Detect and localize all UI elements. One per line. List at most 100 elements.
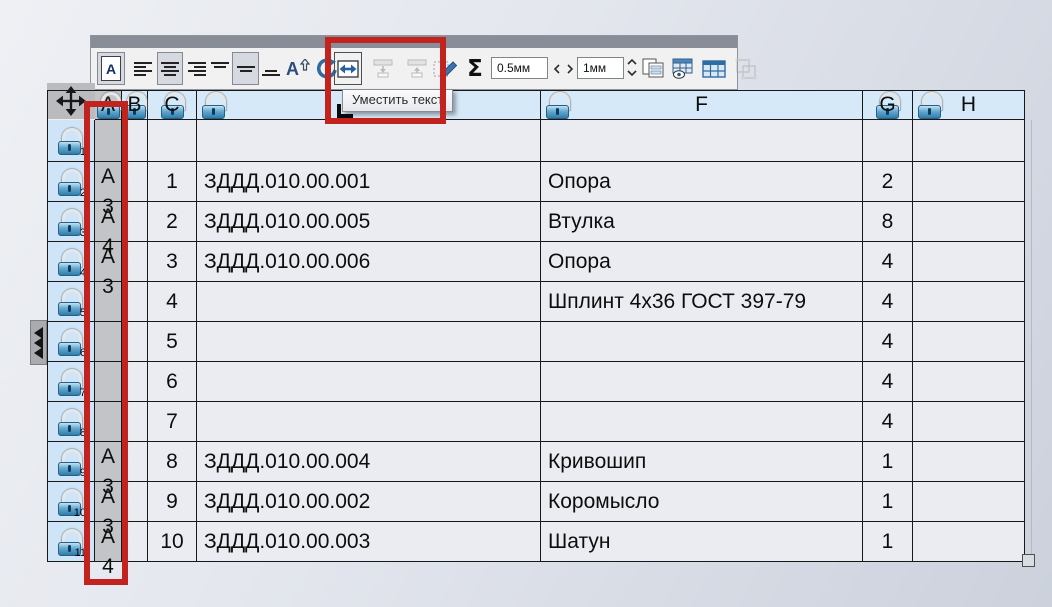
table-cell[interactable]: 5 — [148, 322, 197, 362]
table-cell[interactable]: ЗДДД.010.00.002 — [197, 482, 541, 522]
table-cell[interactable]: Втулка — [541, 202, 863, 242]
column-header-g[interactable]: G — [863, 90, 913, 120]
column-header-h[interactable]: H — [913, 90, 1025, 120]
sum-button[interactable]: Σ — [462, 52, 488, 85]
table-cell[interactable]: 4 — [863, 242, 913, 282]
table-cell[interactable]: 4 — [863, 282, 913, 322]
align-left-button[interactable] — [132, 52, 156, 85]
table-cell[interactable] — [913, 442, 1025, 482]
row-handle[interactable]: 7 — [47, 362, 95, 402]
table-cell[interactable]: ЗДДД.010.00.005 — [197, 202, 541, 242]
table-visibility-button[interactable] — [669, 52, 697, 85]
table-cell[interactable] — [913, 282, 1025, 322]
align-center-button[interactable] — [157, 52, 183, 85]
table-cell[interactable]: 7 — [148, 402, 197, 442]
toolbar-drag-bar[interactable] — [91, 36, 737, 48]
align-top-button[interactable] — [208, 52, 232, 85]
row-height-input[interactable] — [577, 57, 624, 79]
table-cell[interactable]: 6 — [148, 362, 197, 402]
selection-tool-button[interactable] — [731, 52, 761, 85]
table-cell[interactable] — [197, 402, 541, 442]
table-cell[interactable] — [122, 362, 148, 402]
lock-icon[interactable]: 9 — [58, 449, 82, 476]
table-cell[interactable] — [95, 120, 122, 162]
table-cell[interactable] — [122, 120, 148, 162]
lock-icon[interactable]: 6 — [58, 329, 82, 356]
table-resize-handle[interactable] — [1022, 554, 1035, 567]
table-cell[interactable] — [122, 242, 148, 282]
table-cell[interactable] — [863, 120, 913, 162]
row-handle[interactable]: 2 — [47, 162, 95, 202]
table-cell[interactable] — [913, 482, 1025, 522]
row-handle[interactable]: 9 — [47, 442, 95, 482]
table-cell[interactable]: 8 — [863, 202, 913, 242]
table-cell[interactable] — [122, 322, 148, 362]
column-header-b[interactable]: B — [122, 90, 148, 120]
increase-text-size-button[interactable]: A — [284, 52, 312, 85]
row-handle[interactable]: 11 — [47, 522, 95, 562]
table-cell[interactable] — [197, 362, 541, 402]
table-cell[interactable] — [197, 322, 541, 362]
table-move-handle[interactable] — [47, 83, 95, 119]
table-cell[interactable]: А 4 — [95, 202, 122, 242]
table-cell[interactable]: 10 — [148, 522, 197, 562]
table-cell[interactable]: Шатун — [541, 522, 863, 562]
table-cell[interactable]: ЗДДД.010.00.004 — [197, 442, 541, 482]
table-cell[interactable] — [541, 120, 863, 162]
table-cell[interactable] — [122, 442, 148, 482]
table-cell[interactable] — [95, 282, 122, 322]
table-cell[interactable] — [95, 402, 122, 442]
table-cell[interactable]: 2 — [863, 162, 913, 202]
column-header-f[interactable]: F — [541, 90, 863, 120]
table-cell[interactable]: 4 — [863, 362, 913, 402]
table-cell[interactable]: А 3 — [95, 482, 122, 522]
lock-icon[interactable]: 2 — [58, 169, 82, 196]
table-cell[interactable]: 4 — [148, 282, 197, 322]
table-cell[interactable] — [122, 162, 148, 202]
table-cell[interactable] — [95, 322, 122, 362]
table-cell[interactable] — [541, 322, 863, 362]
table-cell[interactable]: Опора — [541, 242, 863, 282]
text-format-button[interactable]: A — [97, 52, 125, 85]
table-cell[interactable] — [197, 120, 541, 162]
row-handle[interactable]: 4 — [47, 242, 95, 282]
table-cell[interactable]: ЗДДД.010.00.001 — [197, 162, 541, 202]
table-cell[interactable] — [913, 362, 1025, 402]
table-cell[interactable]: А 3 — [95, 442, 122, 482]
table-cell[interactable]: ЗДДД.010.00.006 — [197, 242, 541, 282]
table-cell[interactable] — [122, 202, 148, 242]
table-cell[interactable] — [122, 282, 148, 322]
table-cell[interactable] — [913, 242, 1025, 282]
table-cell[interactable] — [913, 202, 1025, 242]
row-handle[interactable]: 8 — [47, 402, 95, 442]
table-cell[interactable]: 1 — [863, 522, 913, 562]
table-cell[interactable] — [122, 402, 148, 442]
table-cell[interactable] — [541, 362, 863, 402]
lock-icon[interactable]: 7 — [58, 369, 82, 396]
lock-icon[interactable]: 1 — [58, 128, 82, 155]
align-bottom-button[interactable] — [259, 52, 283, 85]
column-header-c[interactable]: C — [148, 90, 197, 120]
table-cell[interactable]: ЗДДД.010.00.003 — [197, 522, 541, 562]
copy-table-button[interactable] — [639, 52, 667, 85]
table-cell[interactable] — [148, 120, 197, 162]
table-cell[interactable] — [913, 402, 1025, 442]
row-handle[interactable]: 3 — [47, 202, 95, 242]
table-cell[interactable] — [913, 322, 1025, 362]
margin-increase-button[interactable] — [563, 63, 576, 74]
lock-icon[interactable]: 10 — [58, 489, 82, 516]
table-cell[interactable]: 2 — [148, 202, 197, 242]
table-cell[interactable] — [913, 522, 1025, 562]
table-cell[interactable] — [197, 282, 541, 322]
row-handle[interactable]: 6 — [47, 322, 95, 362]
fit-text-button[interactable] — [334, 52, 362, 85]
lock-icon[interactable]: 11 — [58, 529, 82, 556]
table-cell[interactable] — [913, 162, 1025, 202]
table-cell[interactable]: Шплинт 4х36 ГОСТ 397-79 — [541, 282, 863, 322]
table-cell[interactable]: А 3 — [95, 242, 122, 282]
lock-icon[interactable]: 3 — [58, 209, 82, 236]
table-cell[interactable] — [122, 482, 148, 522]
cell-margin-input[interactable] — [491, 57, 548, 79]
merge-cells-up-button[interactable] — [402, 52, 432, 85]
row-handle[interactable]: 10 — [47, 482, 95, 522]
